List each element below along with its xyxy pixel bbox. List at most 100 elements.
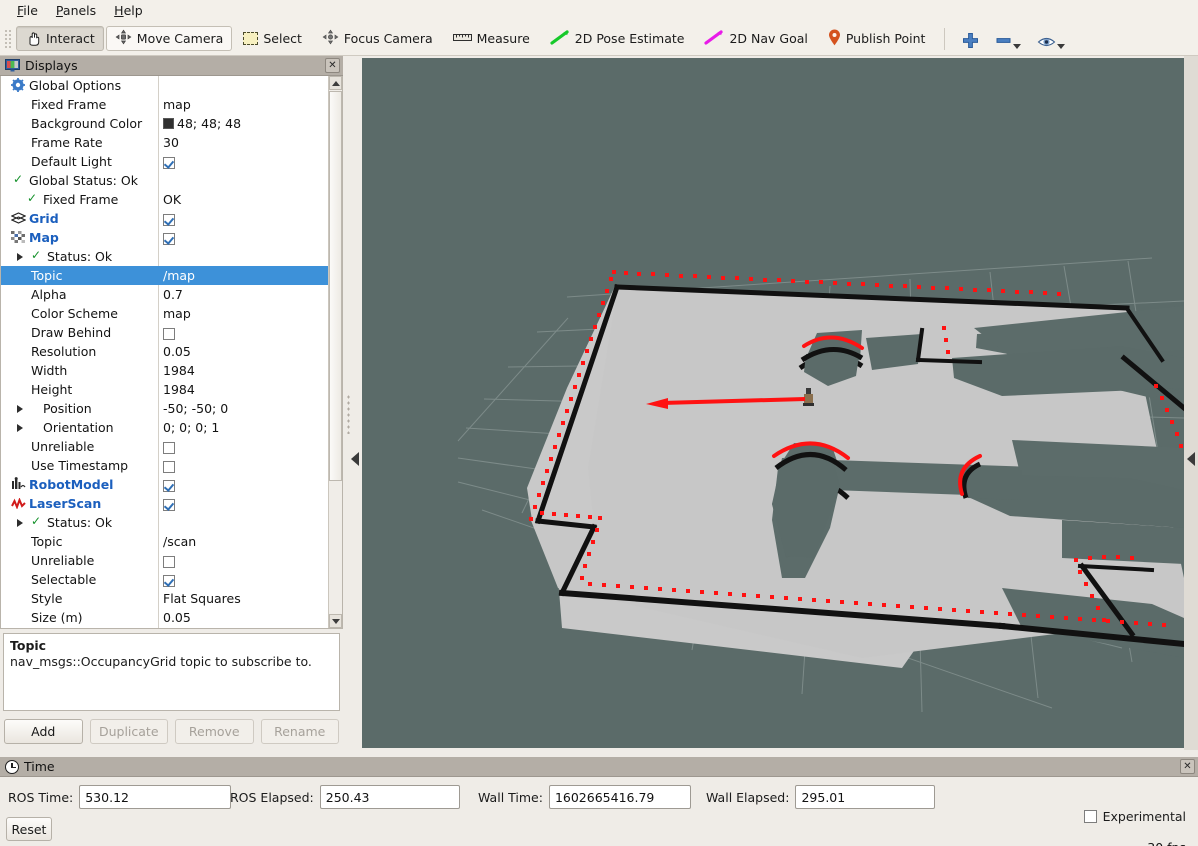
tree-row[interactable]: LaserScan (1, 494, 328, 513)
wall-time-input[interactable]: 1602665416.79 (549, 785, 691, 809)
menu-file[interactable]: File (8, 1, 47, 21)
expander-arrow-icon[interactable] (17, 424, 23, 432)
tree-row-checkbox[interactable] (163, 459, 175, 474)
displays-dock-titlebar[interactable]: Displays ✕ (0, 56, 343, 76)
tree-row-checkbox[interactable] (163, 326, 175, 341)
tree-row[interactable]: Size (m)0.05 (1, 608, 328, 627)
wall-elapsed-input[interactable]: 295.01 (795, 785, 935, 809)
experimental-toggle[interactable]: Experimental (1084, 809, 1186, 824)
duplicate-display-button[interactable]: Duplicate (90, 719, 169, 744)
scroll-down-button[interactable] (329, 614, 342, 628)
tree-row-value[interactable]: 0.05 (163, 344, 191, 359)
tree-row-value[interactable]: OK (163, 192, 181, 207)
scrollbar-thumb[interactable] (329, 91, 342, 481)
chevron-down-icon[interactable] (1013, 44, 1021, 49)
rename-display-button[interactable]: Rename (261, 719, 340, 744)
tree-row[interactable]: Grid (1, 209, 328, 228)
remove-tool-button[interactable] (991, 26, 1025, 52)
tree-row[interactable]: Fixed Framemap (1, 95, 328, 114)
displays-tree-scrollbar[interactable] (328, 76, 342, 628)
render-viewport-3d[interactable] (362, 58, 1184, 748)
right-splitter[interactable] (1184, 56, 1198, 750)
tree-row[interactable]: Height1984 (1, 380, 328, 399)
tree-row[interactable]: ✓Status: Ok (1, 513, 328, 532)
tree-row[interactable]: Topic/scan (1, 532, 328, 551)
tree-row-checkbox[interactable] (163, 554, 175, 569)
tree-row-value[interactable]: 0.05 (163, 610, 191, 625)
tree-row-value[interactable]: -50; -50; 0 (163, 401, 228, 416)
displays-close-button[interactable]: ✕ (325, 58, 340, 73)
tree-row-value[interactable]: /scan (163, 534, 196, 549)
tree-row-value[interactable]: 0; 0; 0; 1 (163, 420, 219, 435)
tree-row[interactable]: Width1984 (1, 361, 328, 380)
tree-row-checkbox[interactable] (163, 231, 175, 246)
tree-row-value[interactable]: /map (163, 268, 195, 283)
tree-row-checkbox[interactable] (163, 497, 175, 512)
tree-row[interactable]: Topic/map (1, 266, 328, 285)
tree-row[interactable]: Draw Behind (1, 323, 328, 342)
tree-row[interactable]: Unreliable (1, 437, 328, 456)
tree-row[interactable]: Orientation0; 0; 0; 1 (1, 418, 328, 437)
expander-arrow-icon[interactable] (17, 519, 23, 527)
tree-row[interactable]: Resolution0.05 (1, 342, 328, 361)
tree-row[interactable]: Map (1, 228, 328, 247)
tree-row[interactable]: Background Color48; 48; 48 (1, 114, 328, 133)
time-close-button[interactable]: ✕ (1180, 759, 1195, 774)
tool-select[interactable]: Select (234, 26, 311, 51)
expander-arrow-icon[interactable] (17, 253, 23, 261)
tree-row[interactable]: ✓Fixed FrameOK (1, 190, 328, 209)
tree-row[interactable]: ✓Status: Ok (1, 247, 328, 266)
tree-row[interactable]: Selectable (1, 570, 328, 589)
tool-focus-camera[interactable]: Focus Camera (313, 26, 442, 51)
remove-display-button[interactable]: Remove (175, 719, 254, 744)
color-swatch[interactable] (163, 118, 174, 129)
expander-arrow-icon[interactable] (17, 405, 23, 413)
tree-row-value[interactable]: 1984 (163, 363, 195, 378)
toolbar-drag-handle[interactable] (3, 28, 12, 50)
ros-time-input[interactable]: 530.12 (79, 785, 231, 809)
tree-row[interactable]: Global Options (1, 76, 328, 95)
collapse-right-arrow-icon[interactable] (1187, 452, 1195, 466)
tree-row-value[interactable]: Flat Squares (163, 591, 241, 606)
tree-row-value[interactable]: 30 (163, 135, 179, 150)
tree-row[interactable]: Frame Rate30 (1, 133, 328, 152)
tree-row[interactable]: Use Timestamp (1, 456, 328, 475)
tree-row[interactable]: Unreliable (1, 551, 328, 570)
tool-2d-pose-estimate[interactable]: 2D Pose Estimate (541, 26, 694, 51)
tree-row-value[interactable]: map (163, 306, 191, 321)
tree-row-value[interactable]: 1984 (163, 382, 195, 397)
tree-row-checkbox[interactable] (163, 573, 175, 588)
tool-interact[interactable]: Interact (16, 26, 104, 51)
tree-row[interactable]: ✓Global Status: Ok (1, 171, 328, 190)
splitter-grip[interactable] (347, 394, 350, 434)
menu-panels[interactable]: Panels (47, 1, 105, 21)
tool-2d-nav-goal[interactable]: 2D Nav Goal (695, 26, 816, 51)
tree-row-checkbox[interactable] (163, 478, 175, 493)
scroll-up-button[interactable] (329, 76, 342, 90)
tree-row[interactable]: StyleFlat Squares (1, 589, 328, 608)
tool-move-camera[interactable]: Move Camera (106, 26, 233, 51)
reset-time-button[interactable]: Reset (6, 817, 52, 841)
tool-measure[interactable]: Measure (444, 26, 539, 51)
tree-row[interactable]: Default Light (1, 152, 328, 171)
add-display-button[interactable]: Add (4, 719, 83, 744)
tool-visibility-button[interactable] (1033, 26, 1069, 52)
tree-row[interactable]: Color Schememap (1, 304, 328, 323)
tree-row-checkbox[interactable] (163, 440, 175, 455)
tree-row[interactable]: Alpha0.7 (1, 285, 328, 304)
tool-publish-point[interactable]: Publish Point (819, 26, 935, 51)
chevron-down-icon[interactable] (1057, 44, 1065, 49)
displays-tree[interactable]: Global OptionsFixed FramemapBackground C… (0, 76, 343, 629)
menu-help[interactable]: Help (105, 1, 152, 21)
tree-row-checkbox[interactable] (163, 212, 175, 227)
tree-row[interactable]: Position-50; -50; 0 (1, 399, 328, 418)
tree-row-value[interactable]: 48; 48; 48 (163, 116, 241, 131)
ros-elapsed-input[interactable]: 250.43 (320, 785, 460, 809)
experimental-checkbox[interactable] (1084, 810, 1097, 823)
tree-row[interactable]: RobotModel (1, 475, 328, 494)
tree-row-value[interactable]: 0.7 (163, 287, 183, 302)
collapse-left-arrow-icon[interactable] (351, 452, 359, 466)
time-dock-titlebar[interactable]: Time ✕ (0, 757, 1198, 777)
add-tool-button[interactable] (958, 26, 983, 52)
left-splitter[interactable] (343, 56, 362, 750)
